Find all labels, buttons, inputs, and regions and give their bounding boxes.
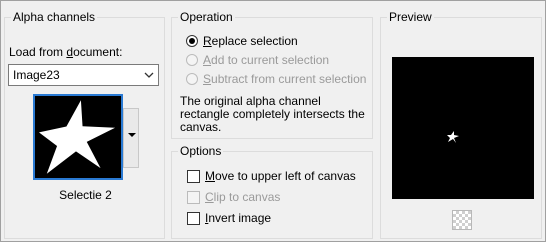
- chevron-down-icon: [144, 72, 154, 78]
- clip-to-canvas-label: Clip to canvas: [205, 190, 281, 204]
- radio-icon: [186, 54, 198, 66]
- alpha-channel-thumbnail[interactable]: [33, 94, 123, 180]
- radio-selected-icon: [186, 35, 198, 47]
- thumbnail-dropdown-button[interactable]: [123, 108, 139, 168]
- alpha-channels-legend: Alpha channels: [11, 10, 98, 24]
- invert-image-label: Invert image: [205, 211, 272, 225]
- preview-canvas: [392, 57, 534, 199]
- subtract-from-selection-radio[interactable]: Subtract from current selection: [186, 72, 366, 86]
- preview-legend: Preview: [387, 10, 434, 24]
- move-to-upper-left-checkbox[interactable]: Move to upper left of canvas: [187, 169, 356, 183]
- invert-image-checkbox[interactable]: Invert image: [187, 211, 271, 225]
- subtract-from-selection-label: Subtract from current selection: [203, 72, 367, 86]
- checkbox-icon: [187, 211, 200, 225]
- options-legend: Options: [178, 144, 224, 158]
- add-to-selection-radio[interactable]: Add to current selection: [186, 53, 329, 67]
- document-select[interactable]: Image23: [8, 64, 159, 86]
- move-to-upper-left-label: Move to upper left of canvas: [205, 169, 356, 183]
- replace-selection-label: Replace selection: [203, 34, 298, 48]
- star-icon: [38, 100, 116, 174]
- caret-down-icon: [128, 133, 136, 137]
- alpha-channels-group: Alpha channels Load from document: Image…: [4, 10, 165, 239]
- load-from-document-label: Load from document:: [9, 45, 123, 59]
- radio-icon: [186, 73, 198, 85]
- add-to-selection-label: Add to current selection: [203, 53, 330, 67]
- preview-group: Preview: [380, 10, 542, 239]
- dialog-frame: Alpha channels Load from document: Image…: [0, 0, 546, 242]
- operation-legend: Operation: [178, 10, 235, 24]
- star-icon: [447, 131, 459, 143]
- options-group: Options Move to upper left of canvas Cli…: [171, 144, 373, 239]
- replace-selection-radio[interactable]: Replace selection: [186, 34, 298, 48]
- checkbox-icon: [187, 190, 200, 204]
- clip-to-canvas-checkbox[interactable]: Clip to canvas: [187, 190, 280, 204]
- transparency-checker-icon[interactable]: [452, 210, 472, 230]
- operation-note: The original alpha channel rectangle com…: [180, 94, 365, 134]
- thumbnail-caption: Selectie 2: [59, 188, 112, 202]
- document-select-value: Image23: [13, 68, 60, 82]
- operation-group: Operation Replace selection Add to curre…: [171, 10, 373, 139]
- thumbnail-canvas: [38, 99, 118, 175]
- checkbox-icon: [187, 169, 200, 183]
